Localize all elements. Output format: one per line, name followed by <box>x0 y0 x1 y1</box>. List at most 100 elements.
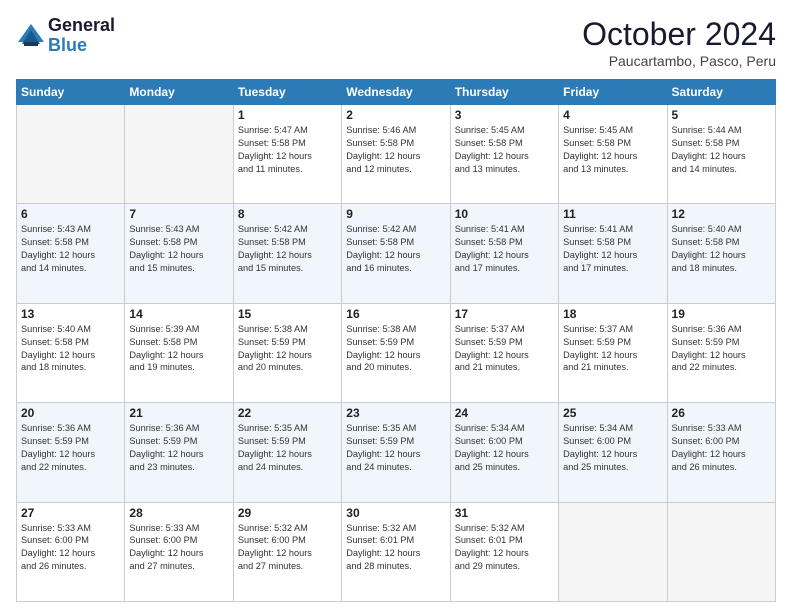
cell-text: Sunrise: 5:43 AM Sunset: 5:58 PM Dayligh… <box>21 223 120 275</box>
day-number: 16 <box>346 307 445 321</box>
day-number: 13 <box>21 307 120 321</box>
col-thursday: Thursday <box>450 80 558 105</box>
cell-text: Sunrise: 5:41 AM Sunset: 5:58 PM Dayligh… <box>455 223 554 275</box>
day-number: 3 <box>455 108 554 122</box>
cell-text: Sunrise: 5:46 AM Sunset: 5:58 PM Dayligh… <box>346 124 445 176</box>
table-row: 15 Sunrise: 5:38 AM Sunset: 5:59 PM Dayli… <box>233 303 341 402</box>
table-row: 21 Sunrise: 5:36 AM Sunset: 5:59 PM Dayli… <box>125 403 233 502</box>
calendar-week-1: 1 Sunrise: 5:47 AM Sunset: 5:58 PM Daylig… <box>17 105 776 204</box>
cell-text: Sunrise: 5:41 AM Sunset: 5:58 PM Dayligh… <box>563 223 662 275</box>
cell-text: Sunrise: 5:36 AM Sunset: 5:59 PM Dayligh… <box>129 422 228 474</box>
table-row: 7Sunrise: 5:43 AM Sunset: 5:58 PM Daylig… <box>125 204 233 303</box>
cell-text: Sunrise: 5:33 AM Sunset: 6:00 PM Dayligh… <box>672 422 771 474</box>
cell-text: Sunrise: 5:35 AM Sunset: 5:59 PM Dayligh… <box>238 422 337 474</box>
logo-line1: General <box>48 16 115 36</box>
table-row: 16 Sunrise: 5:38 AM Sunset: 5:59 PM Dayli… <box>342 303 450 402</box>
day-number: 11 <box>563 207 662 221</box>
logo: General Blue <box>16 16 115 56</box>
day-number: 8 <box>238 207 337 221</box>
logo-icon <box>16 22 46 50</box>
table-row: 13 Sunrise: 5:40 AM Sunset: 5:58 PM Dayli… <box>17 303 125 402</box>
cell-text: Sunrise: 5:32 AM Sunset: 6:00 PM Dayligh… <box>238 522 337 574</box>
cell-text: Sunrise: 5:47 AM Sunset: 5:58 PM Dayligh… <box>238 124 337 176</box>
cell-text: Sunrise: 5:33 AM Sunset: 6:00 PM Dayligh… <box>129 522 228 574</box>
cell-text: Sunrise: 5:34 AM Sunset: 6:00 PM Dayligh… <box>563 422 662 474</box>
cell-text: Sunrise: 5:42 AM Sunset: 5:58 PM Dayligh… <box>238 223 337 275</box>
cell-text: Sunrise: 5:37 AM Sunset: 5:59 PM Dayligh… <box>563 323 662 375</box>
cell-text: Sunrise: 5:40 AM Sunset: 5:58 PM Dayligh… <box>672 223 771 275</box>
day-number: 20 <box>21 406 120 420</box>
table-row <box>559 502 667 601</box>
day-number: 30 <box>346 506 445 520</box>
table-row: 5 Sunrise: 5:44 AM Sunset: 5:58 PM Daylig… <box>667 105 775 204</box>
table-row: 23 Sunrise: 5:35 AM Sunset: 5:59 PM Dayli… <box>342 403 450 502</box>
col-tuesday: Tuesday <box>233 80 341 105</box>
day-number: 29 <box>238 506 337 520</box>
day-number: 22 <box>238 406 337 420</box>
table-row: 18 Sunrise: 5:37 AM Sunset: 5:59 PM Dayli… <box>559 303 667 402</box>
cell-text: Sunrise: 5:40 AM Sunset: 5:58 PM Dayligh… <box>21 323 120 375</box>
day-number: 1 <box>238 108 337 122</box>
cell-text: Sunrise: 5:35 AM Sunset: 5:59 PM Dayligh… <box>346 422 445 474</box>
day-number: 18 <box>563 307 662 321</box>
calendar-week-5: 27Sunrise: 5:33 AM Sunset: 6:00 PM Dayli… <box>17 502 776 601</box>
col-friday: Friday <box>559 80 667 105</box>
calendar-week-4: 20 Sunrise: 5:36 AM Sunset: 5:59 PM Dayli… <box>17 403 776 502</box>
day-number: 9 <box>346 207 445 221</box>
table-row <box>667 502 775 601</box>
table-row: 29 Sunrise: 5:32 AM Sunset: 6:00 PM Dayli… <box>233 502 341 601</box>
calendar-week-3: 13 Sunrise: 5:40 AM Sunset: 5:58 PM Dayli… <box>17 303 776 402</box>
cell-text: Sunrise: 5:44 AM Sunset: 5:58 PM Dayligh… <box>672 124 771 176</box>
table-row: 8 Sunrise: 5:42 AM Sunset: 5:58 PM Daylig… <box>233 204 341 303</box>
day-number: 7 <box>129 207 228 221</box>
day-number: 2 <box>346 108 445 122</box>
table-row: 26 Sunrise: 5:33 AM Sunset: 6:00 PM Dayli… <box>667 403 775 502</box>
table-row: 3 Sunrise: 5:45 AM Sunset: 5:58 PM Daylig… <box>450 105 558 204</box>
day-number: 6 <box>21 207 120 221</box>
col-monday: Monday <box>125 80 233 105</box>
col-saturday: Saturday <box>667 80 775 105</box>
cell-text: Sunrise: 5:45 AM Sunset: 5:58 PM Dayligh… <box>455 124 554 176</box>
day-number: 19 <box>672 307 771 321</box>
table-row: 27Sunrise: 5:33 AM Sunset: 6:00 PM Dayli… <box>17 502 125 601</box>
table-row: 28 Sunrise: 5:33 AM Sunset: 6:00 PM Dayli… <box>125 502 233 601</box>
header: General Blue October 2024 Paucartambo, P… <box>16 16 776 69</box>
table-row: 22 Sunrise: 5:35 AM Sunset: 5:59 PM Dayli… <box>233 403 341 502</box>
table-row: 11 Sunrise: 5:41 AM Sunset: 5:58 PM Dayli… <box>559 204 667 303</box>
day-number: 12 <box>672 207 771 221</box>
table-row: 14Sunrise: 5:39 AM Sunset: 5:58 PM Dayli… <box>125 303 233 402</box>
table-row <box>17 105 125 204</box>
table-row: 19 Sunrise: 5:36 AM Sunset: 5:59 PM Dayli… <box>667 303 775 402</box>
table-row: 30Sunrise: 5:32 AM Sunset: 6:01 PM Dayli… <box>342 502 450 601</box>
day-number: 15 <box>238 307 337 321</box>
cell-text: Sunrise: 5:34 AM Sunset: 6:00 PM Dayligh… <box>455 422 554 474</box>
table-row: 31Sunrise: 5:32 AM Sunset: 6:01 PM Dayli… <box>450 502 558 601</box>
day-number: 21 <box>129 406 228 420</box>
page: General Blue October 2024 Paucartambo, P… <box>0 0 792 612</box>
col-sunday: Sunday <box>17 80 125 105</box>
table-row: 20 Sunrise: 5:36 AM Sunset: 5:59 PM Dayli… <box>17 403 125 502</box>
table-row: 4Sunrise: 5:45 AM Sunset: 5:58 PM Daylig… <box>559 105 667 204</box>
cell-text: Sunrise: 5:45 AM Sunset: 5:58 PM Dayligh… <box>563 124 662 176</box>
cell-text: Sunrise: 5:36 AM Sunset: 5:59 PM Dayligh… <box>672 323 771 375</box>
day-number: 28 <box>129 506 228 520</box>
table-row: 17Sunrise: 5:37 AM Sunset: 5:59 PM Dayli… <box>450 303 558 402</box>
day-number: 24 <box>455 406 554 420</box>
cell-text: Sunrise: 5:38 AM Sunset: 5:59 PM Dayligh… <box>346 323 445 375</box>
day-number: 17 <box>455 307 554 321</box>
day-number: 26 <box>672 406 771 420</box>
table-row: 1 Sunrise: 5:47 AM Sunset: 5:58 PM Daylig… <box>233 105 341 204</box>
day-number: 25 <box>563 406 662 420</box>
day-number: 23 <box>346 406 445 420</box>
table-row: 10Sunrise: 5:41 AM Sunset: 5:58 PM Dayli… <box>450 204 558 303</box>
table-row: 6 Sunrise: 5:43 AM Sunset: 5:58 PM Daylig… <box>17 204 125 303</box>
day-number: 5 <box>672 108 771 122</box>
location: Paucartambo, Pasco, Peru <box>582 53 776 69</box>
cell-text: Sunrise: 5:33 AM Sunset: 6:00 PM Dayligh… <box>21 522 120 574</box>
cell-text: Sunrise: 5:42 AM Sunset: 5:58 PM Dayligh… <box>346 223 445 275</box>
cell-text: Sunrise: 5:38 AM Sunset: 5:59 PM Dayligh… <box>238 323 337 375</box>
table-row: 9 Sunrise: 5:42 AM Sunset: 5:58 PM Daylig… <box>342 204 450 303</box>
title-block: October 2024 Paucartambo, Pasco, Peru <box>582 16 776 69</box>
cell-text: Sunrise: 5:36 AM Sunset: 5:59 PM Dayligh… <box>21 422 120 474</box>
day-number: 14 <box>129 307 228 321</box>
